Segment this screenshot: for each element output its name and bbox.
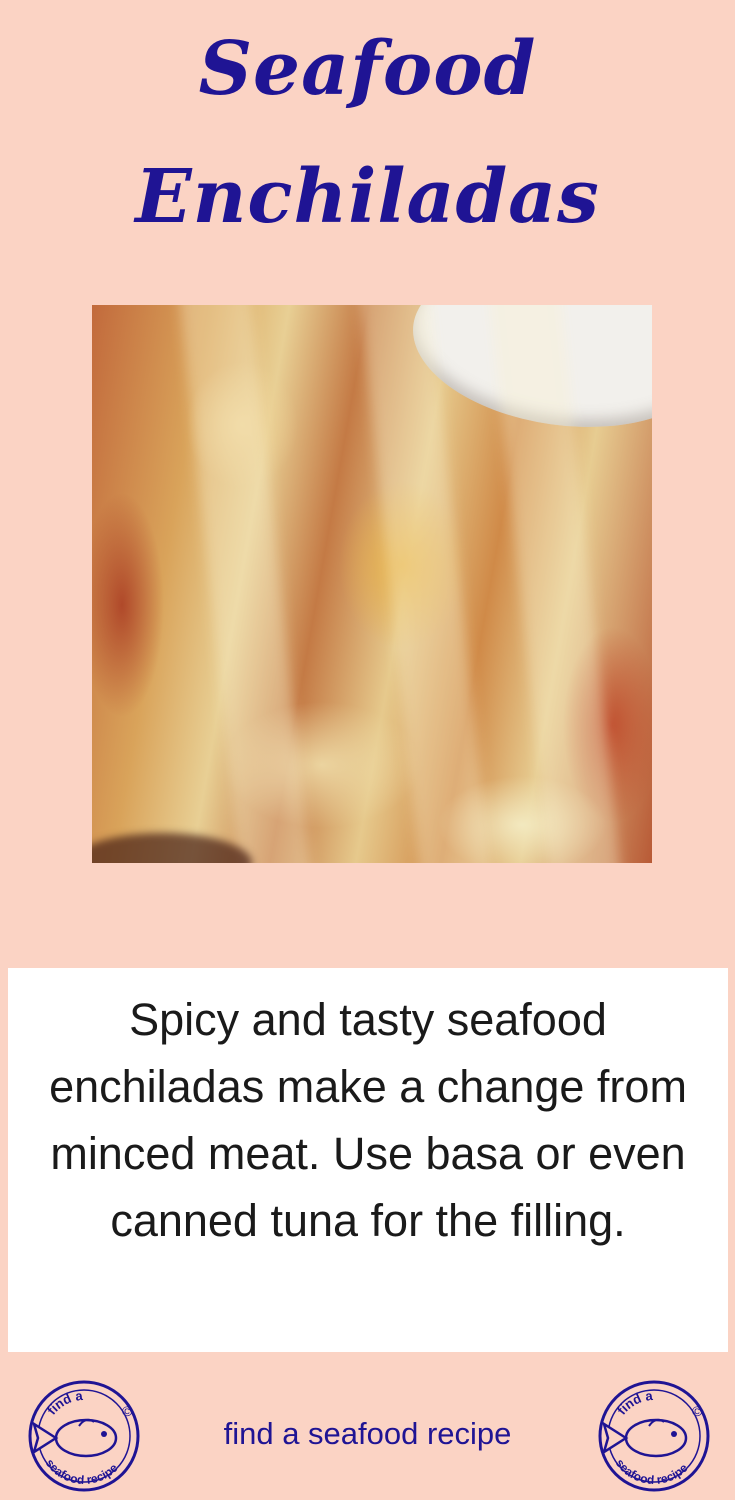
fish-logo-icon: find a seafood recipe © (28, 1380, 140, 1492)
fish-logo-icon: find a seafood recipe © (598, 1380, 710, 1492)
logo-mark: © (692, 1403, 703, 1419)
description-text: Spicy and tasty seafood enchiladas make … (49, 994, 687, 1246)
footer-text: find a seafood recipe (223, 1416, 512, 1451)
logo-mark: © (122, 1403, 133, 1419)
description-box: Spicy and tasty seafood enchiladas make … (8, 968, 728, 1352)
title-line-1: Seafood (198, 26, 537, 112)
enchiladas-photo (92, 305, 652, 863)
title-line-2: Enchiladas (135, 154, 600, 240)
